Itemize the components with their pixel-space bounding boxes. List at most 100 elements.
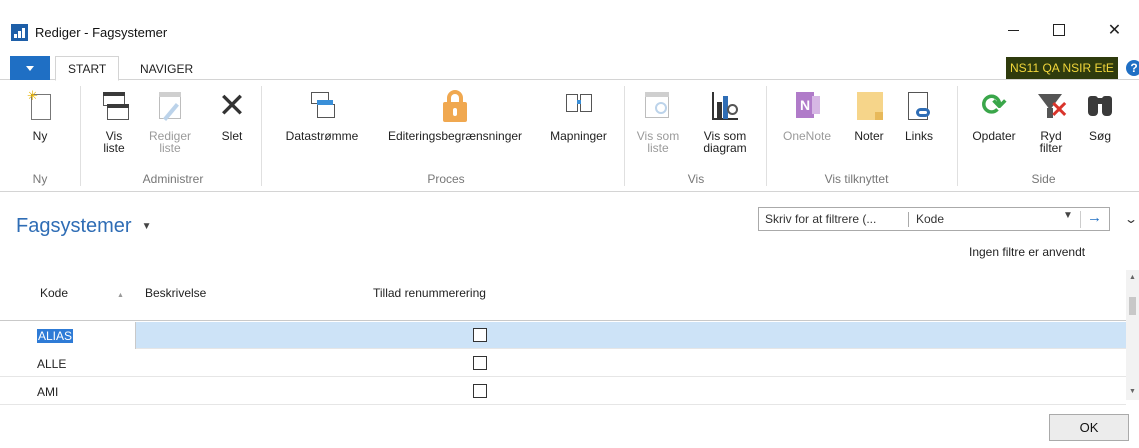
- page-title-text: Fagsystemer: [16, 215, 132, 237]
- close-icon: ✕: [1107, 22, 1122, 39]
- group-label-ny: Ny: [32, 172, 48, 186]
- view-list-icon: [99, 90, 129, 122]
- page-title[interactable]: Fagsystemer ▼: [16, 215, 152, 238]
- note-icon: [854, 90, 884, 122]
- group-label-vis: Vis: [687, 172, 705, 186]
- application-menu-button[interactable]: [10, 56, 50, 80]
- datastreams-label: Datastrømme: [285, 129, 359, 143]
- clear-filter-button[interactable]: ✕ Ryd filter: [1028, 80, 1074, 154]
- ribbon: ✳ Ny Ny Vis liste Rediger liste ✕ Slet A…: [0, 80, 1139, 192]
- kode-cell[interactable]: AMI: [37, 385, 58, 399]
- chevron-down-icon[interactable]: ⌄: [1124, 212, 1138, 226]
- mappings-label: Mapninger: [550, 129, 607, 143]
- binoculars-icon: [1085, 90, 1115, 122]
- search-button[interactable]: Søg: [1080, 80, 1120, 142]
- refresh-button[interactable]: ⟳ Opdater: [967, 80, 1021, 143]
- notes-button[interactable]: Noter: [847, 80, 891, 142]
- table-row[interactable]: ALIAS: [0, 322, 1126, 349]
- company-badge: NS11 QA NSIR EtE: [1006, 57, 1118, 79]
- view-as-list-button[interactable]: Vis som liste: [634, 80, 682, 154]
- scroll-up-icon[interactable]: ▲: [1129, 274, 1136, 281]
- view-as-list-label-2: liste: [647, 141, 669, 155]
- sort-ascending-icon: ▲: [117, 292, 124, 299]
- edit-list-button[interactable]: Rediger liste: [142, 80, 198, 154]
- dropdown-arrow-icon: [26, 65, 34, 71]
- search-label: Søg: [1088, 129, 1111, 143]
- group-label-proces: Proces: [427, 172, 465, 186]
- maximize-button[interactable]: [1036, 14, 1082, 46]
- filter-divider: [1080, 211, 1081, 228]
- edit-restrictions-button[interactable]: Editeringsbegrænsninger: [370, 80, 540, 142]
- window-title: Rediger - Fagsystemer: [35, 25, 168, 40]
- chevron-down-icon[interactable]: ▼: [1063, 210, 1073, 221]
- chart-icon: [710, 90, 740, 122]
- filter-field-select[interactable]: Kode: [916, 212, 944, 226]
- title-bar: Rediger - Fagsystemer ✕: [0, 0, 1139, 52]
- view-list-button[interactable]: Vis liste: [94, 80, 134, 154]
- datastreams-button[interactable]: Datastrømme: [276, 80, 368, 142]
- chevron-down-icon: ▼: [141, 221, 152, 232]
- delete-button[interactable]: ✕ Slet: [212, 80, 252, 142]
- kode-cell[interactable]: ALIAS: [37, 329, 74, 343]
- grid-header: Kode ▲ Beskrivelse Tillad renummerering: [0, 270, 1126, 320]
- group-label-administrer: Administrer: [142, 172, 204, 186]
- tab-start[interactable]: START: [55, 56, 120, 81]
- maximize-icon: [1053, 24, 1065, 36]
- filter-input[interactable]: Skriv for at filtrere (...: [765, 212, 876, 226]
- renumber-checkbox[interactable]: [473, 356, 487, 370]
- renumber-checkbox[interactable]: [473, 384, 487, 398]
- scrollbar-thumb[interactable]: [1129, 297, 1136, 315]
- onenote-button[interactable]: N OneNote: [775, 80, 839, 142]
- group-separator: [766, 86, 767, 186]
- table-row[interactable]: ALLE: [0, 350, 1126, 377]
- minimize-icon: [1007, 29, 1019, 31]
- edit-restrictions-label: Editeringsbegrænsninger: [387, 129, 523, 143]
- refresh-label: Opdater: [972, 129, 1016, 143]
- kode-cell-text: ALIAS: [37, 329, 74, 343]
- onenote-label: OneNote: [782, 129, 832, 143]
- links-button[interactable]: Links: [900, 80, 938, 142]
- onenote-icon: N: [792, 90, 822, 122]
- arrow-right-icon[interactable]: →: [1087, 209, 1102, 226]
- app-icon: [11, 24, 28, 41]
- scroll-down-icon[interactable]: ▼: [1129, 388, 1136, 395]
- filter-status: Ingen filtre er anvendt: [969, 245, 1086, 259]
- tab-naviger[interactable]: NAVIGER: [128, 56, 205, 81]
- ok-button[interactable]: OK: [1049, 414, 1129, 441]
- view-as-chart-button[interactable]: Vis som diagram: [692, 80, 758, 154]
- group-separator: [624, 86, 625, 186]
- group-label-side: Side: [1031, 172, 1056, 186]
- column-header-tillad-renummerering[interactable]: Tillad renummerering: [373, 286, 486, 300]
- new-button-label: Ny: [32, 129, 48, 143]
- link-icon: [904, 90, 934, 122]
- group-label-vis-tilknyttet: Vis tilknyttet: [824, 172, 889, 186]
- group-separator: [957, 86, 958, 186]
- new-document-icon: ✳: [25, 89, 55, 122]
- mappings-icon: [564, 90, 594, 122]
- kode-cell[interactable]: ALLE: [37, 357, 66, 371]
- delete-x-icon: ✕: [217, 87, 247, 125]
- view-list-label-2: liste: [103, 141, 125, 155]
- column-header-beskrivelse[interactable]: Beskrivelse: [145, 286, 206, 300]
- refresh-icon: ⟳: [981, 89, 1007, 122]
- datastreams-icon: [307, 90, 337, 122]
- group-separator: [261, 86, 262, 186]
- vertical-scrollbar[interactable]: ▲ ▼: [1126, 270, 1139, 400]
- close-button[interactable]: ✕: [1090, 14, 1139, 46]
- view-as-list-icon: [643, 90, 673, 122]
- minimize-button[interactable]: [990, 14, 1036, 46]
- delete-label: Slet: [221, 129, 243, 143]
- notes-label: Noter: [854, 129, 884, 143]
- help-icon[interactable]: ?: [1126, 60, 1139, 76]
- edit-list-icon: [155, 90, 185, 122]
- column-header-kode[interactable]: Kode: [40, 286, 68, 300]
- table-row[interactable]: AMI: [0, 378, 1126, 405]
- renumber-checkbox[interactable]: [473, 328, 487, 342]
- clear-filter-label-2: filter: [1039, 141, 1063, 155]
- edit-list-label-2: liste: [159, 141, 181, 155]
- header-divider: [0, 320, 1126, 321]
- new-button[interactable]: ✳ Ny: [22, 80, 58, 142]
- mappings-button[interactable]: Mapninger: [541, 80, 616, 142]
- links-label: Links: [904, 129, 933, 143]
- lock-icon: [440, 90, 470, 122]
